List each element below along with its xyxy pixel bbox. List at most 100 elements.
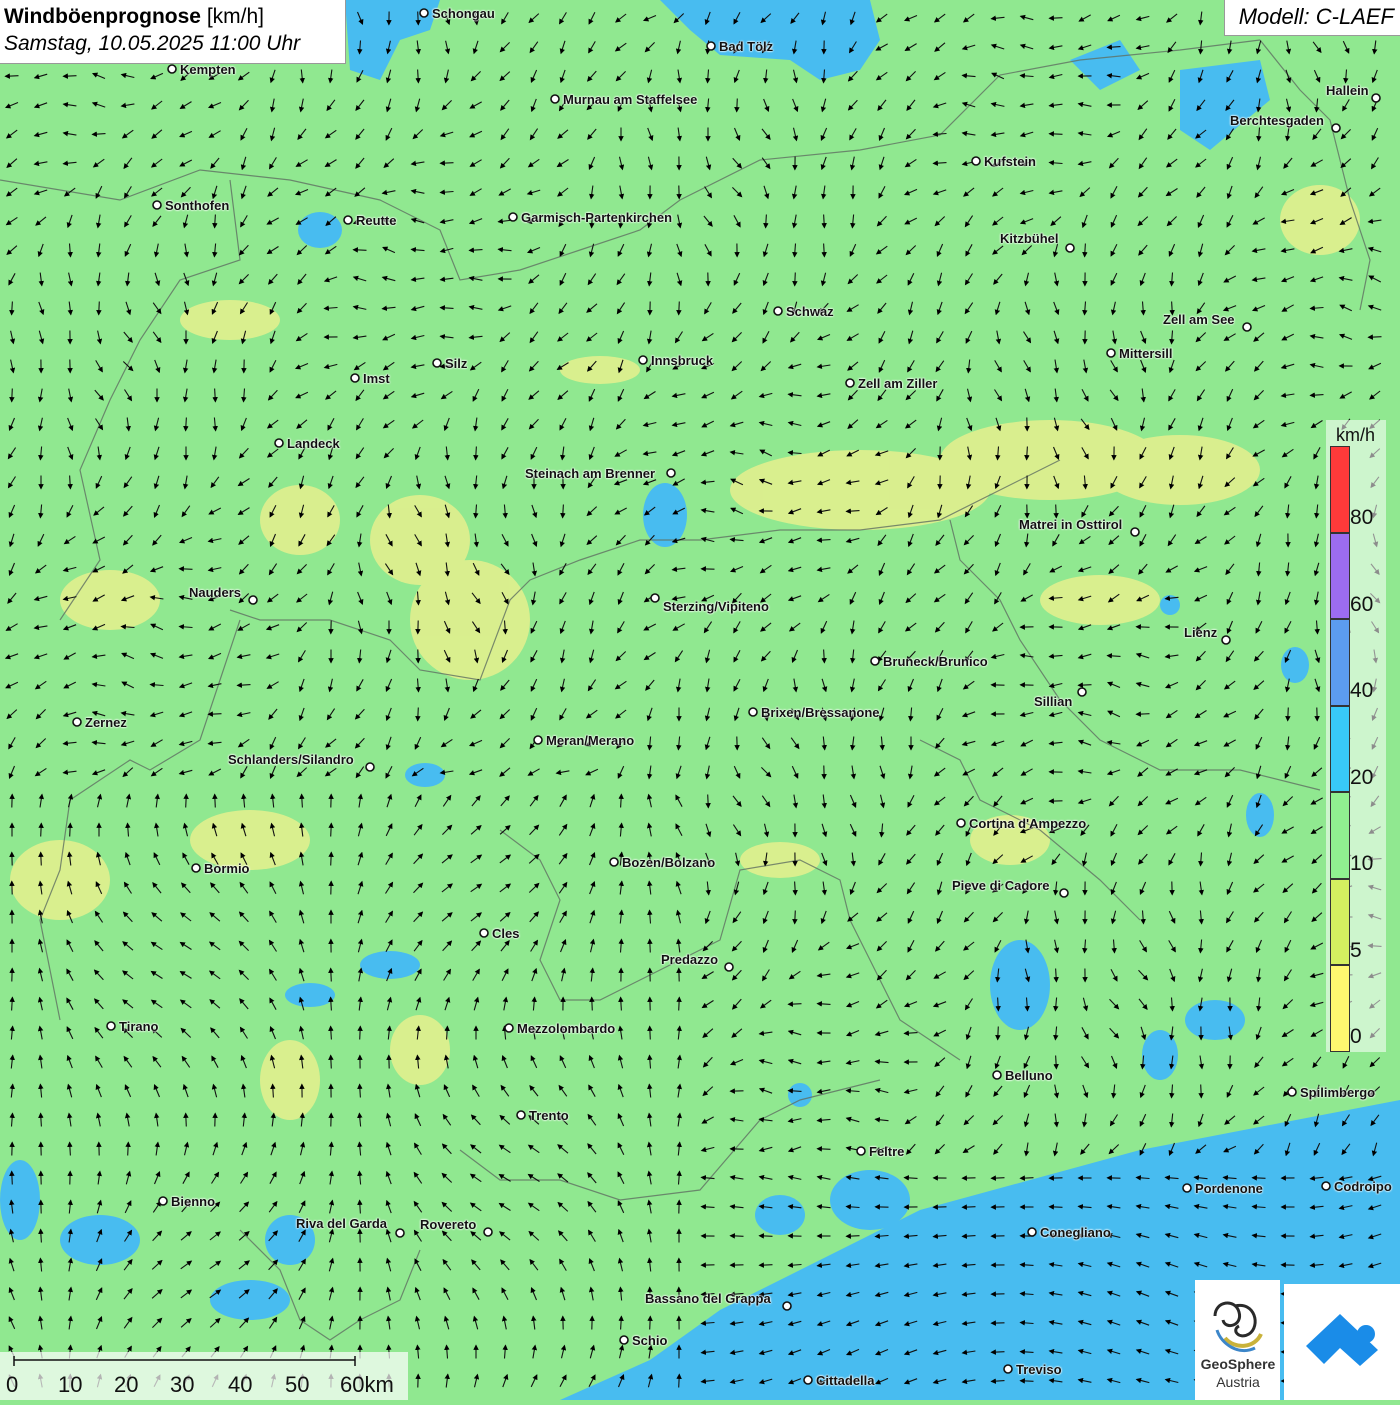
city-dot (1060, 889, 1068, 897)
city-dot (1288, 1088, 1296, 1096)
logo-name-line2: Austria (1196, 1374, 1280, 1390)
city-dot (351, 374, 359, 382)
city-label: Nauders (189, 586, 241, 600)
city-label: Kufstein (984, 155, 1036, 169)
city-label: Bad Tölz (719, 40, 773, 54)
city-label: Lienz (1184, 626, 1217, 640)
scale-label: 10 (58, 1372, 82, 1398)
city-dot (1066, 244, 1074, 252)
city-label: Sillian (1034, 695, 1072, 709)
logo-name-line1: GeoSphere (1196, 1356, 1280, 1372)
city-label: Bienno (171, 1195, 215, 1209)
city-label: Tirano (119, 1020, 159, 1034)
city-label: Schlanders/Silandro (228, 753, 354, 767)
title-box: Windböenprognose [km/h] Samstag, 10.05.2… (0, 0, 346, 64)
city-dot (551, 95, 559, 103)
city-dot (667, 469, 675, 477)
title-text: Windböenprognose (4, 5, 201, 28)
map-title: Windböenprognose [km/h] (4, 4, 345, 30)
city-dot (433, 359, 441, 367)
city-dot (534, 736, 542, 744)
city-dot (651, 594, 659, 602)
city-label: Pieve di Cadore (952, 879, 1050, 893)
city-label: Hallein (1326, 84, 1369, 98)
city-label: Belluno (1005, 1069, 1053, 1083)
city-dot (505, 1024, 513, 1032)
app-logo[interactable] (1284, 1284, 1400, 1400)
geosphere-emblem-icon (1195, 1286, 1280, 1366)
city-label: Feltre (869, 1145, 904, 1159)
city-dot (1028, 1228, 1036, 1236)
city-dot (1107, 349, 1115, 357)
city-label: Codroipo (1334, 1180, 1392, 1194)
legend-color-band (1330, 533, 1350, 620)
legend-unit: km/h (1336, 425, 1375, 446)
model-label: Modell: C-LAEF (1224, 0, 1400, 36)
city-label: Cles (492, 927, 519, 941)
city-label: Kitzbühel (1000, 232, 1059, 246)
city-dot (192, 864, 200, 872)
city-dot (1183, 1184, 1191, 1192)
city-label: Pordenone (1195, 1182, 1263, 1196)
legend-value-label: 60 (1350, 593, 1373, 617)
city-dot (1078, 688, 1086, 696)
city-dot (620, 1336, 628, 1344)
city-label: Cittadella (816, 1374, 875, 1388)
city-dot (1222, 636, 1230, 644)
city-dot (484, 1228, 492, 1236)
city-label: Steinach am Brenner (525, 467, 655, 481)
title-unit: [km/h] (207, 5, 264, 28)
city-label: Imst (363, 372, 390, 386)
city-dot (168, 65, 176, 73)
city-dot (420, 9, 428, 17)
scale-label: 40 (228, 1372, 252, 1398)
city-dot (957, 819, 965, 827)
city-label: Berchtesgaden (1230, 114, 1324, 128)
city-dot (509, 213, 517, 221)
scale-label: 0 (6, 1372, 18, 1398)
city-dot (344, 216, 352, 224)
legend-value-label: 5 (1350, 939, 1362, 963)
city-label: Schongau (432, 7, 495, 21)
scale-label: 20 (114, 1372, 138, 1398)
legend-color-band (1330, 619, 1350, 706)
city-label: Trento (529, 1109, 569, 1123)
city-dot (639, 356, 647, 364)
city-dot (993, 1071, 1001, 1079)
city-label: Treviso (1016, 1363, 1062, 1377)
city-dot (366, 763, 374, 771)
city-dot (1131, 528, 1139, 536)
city-label: Bormio (204, 862, 250, 876)
city-label: Mezzolombardo (517, 1022, 615, 1036)
city-label: Schwaz (786, 305, 834, 319)
city-label: Zell am See (1163, 313, 1235, 327)
city-label: Zernez (85, 716, 127, 730)
city-dot (857, 1147, 865, 1155)
city-label: Reutte (356, 214, 396, 228)
city-dot (1372, 94, 1380, 102)
legend-value-label: 40 (1350, 679, 1373, 703)
legend-value-label: 0 (1350, 1025, 1362, 1049)
city-dot (804, 1376, 812, 1384)
scale-label: 60km (340, 1372, 394, 1398)
city-label: Innsbruck (651, 354, 713, 368)
city-dot (517, 1111, 525, 1119)
city-label: Cortina d'Ampezzo (969, 817, 1086, 831)
city-dot (972, 157, 980, 165)
city-label: Landeck (287, 437, 340, 451)
city-dot (480, 929, 488, 937)
city-label: Schio (632, 1334, 667, 1348)
city-label: Bassano del Grappa (645, 1292, 771, 1306)
legend-color-band (1330, 792, 1350, 879)
app-logo-icon (1284, 1284, 1400, 1400)
city-dot (249, 596, 257, 604)
city-dot (396, 1229, 404, 1237)
city-label: Silz (445, 357, 467, 371)
city-label: Meran/Merano (546, 734, 634, 748)
city-dot (153, 201, 161, 209)
scale-label: 30 (170, 1372, 194, 1398)
city-dot (1332, 124, 1340, 132)
legend-value-label: 80 (1350, 506, 1373, 530)
legend-value-label: 10 (1350, 852, 1373, 876)
city-label: Riva del Garda (296, 1217, 387, 1231)
